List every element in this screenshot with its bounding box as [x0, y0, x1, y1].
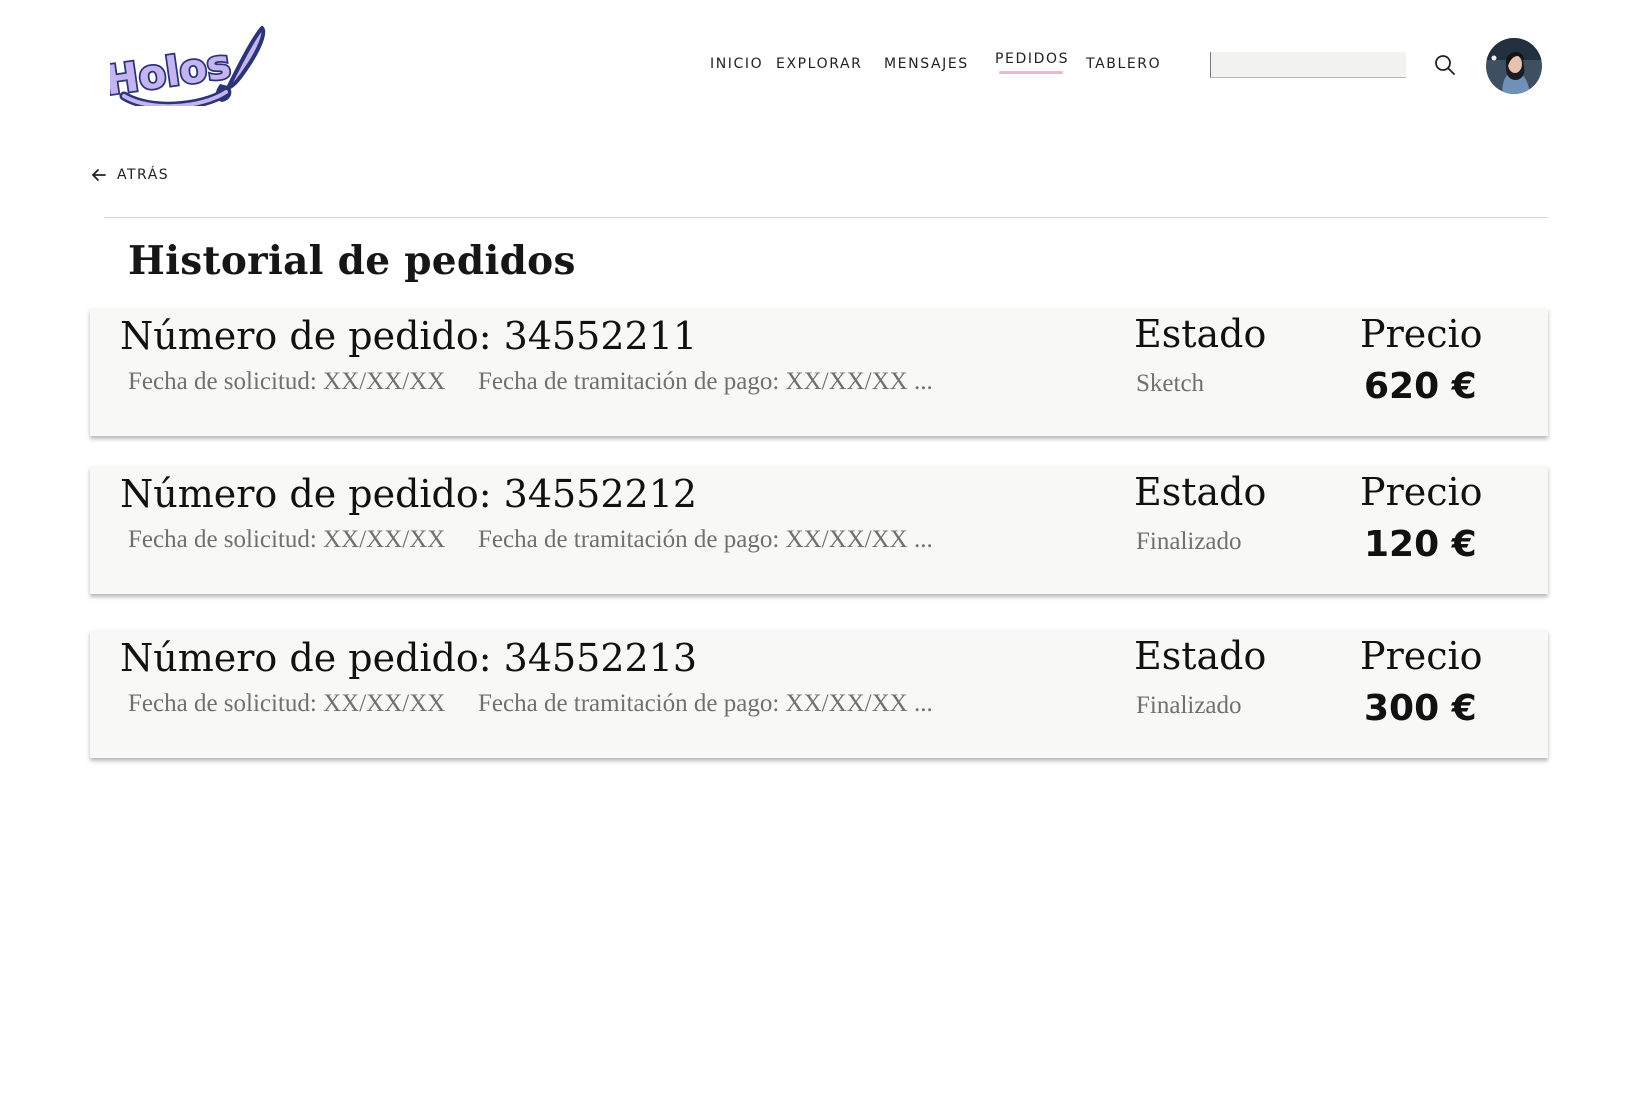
order-card[interactable]: Número de pedido: 34552211 Fecha de soli…: [90, 308, 1548, 436]
back-label: ATRÁS: [117, 167, 170, 183]
nav-item-pedidos[interactable]: PEDIDOS: [995, 51, 1069, 74]
order-card[interactable]: Número de pedido: 34552213 Fecha de soli…: [90, 630, 1548, 758]
status-header: Estado: [1134, 312, 1267, 356]
order-price: 620 €: [1364, 366, 1477, 407]
avatar[interactable]: [1486, 38, 1542, 94]
order-number: Número de pedido: 34552211: [120, 314, 698, 358]
user-avatar-icon: [1486, 38, 1542, 94]
order-status: Sketch: [1136, 370, 1205, 397]
order-payment-date: Fecha de tramitación de pago: XX/XX/XX .…: [478, 368, 933, 395]
status-header: Estado: [1134, 470, 1267, 514]
page-title: Historial de pedidos: [128, 238, 576, 284]
search-input[interactable]: [1210, 52, 1406, 78]
price-header: Precio: [1360, 634, 1483, 678]
arrow-left-icon: [92, 169, 106, 181]
divider: [104, 217, 1548, 218]
price-header: Precio: [1360, 312, 1483, 356]
order-request-date: Fecha de solicitud: XX/XX/XX: [128, 526, 446, 553]
order-price: 120 €: [1364, 524, 1477, 565]
order-price: 300 €: [1364, 688, 1477, 729]
order-status: Finalizado: [1136, 692, 1242, 719]
search-icon[interactable]: [1433, 53, 1457, 77]
order-number: Número de pedido: 34552212: [120, 472, 698, 516]
nav-item-mensajes[interactable]: MENSAJES: [884, 56, 969, 72]
order-number: Número de pedido: 34552213: [120, 636, 698, 680]
price-header: Precio: [1360, 470, 1483, 514]
nav-item-explorar[interactable]: EXPLORAR: [776, 56, 862, 72]
order-payment-date: Fecha de tramitación de pago: XX/XX/XX .…: [478, 690, 933, 717]
nav-item-tablero[interactable]: TABLERO: [1086, 56, 1161, 72]
order-status: Finalizado: [1136, 528, 1242, 555]
nav-item-inicio[interactable]: INICIO: [710, 56, 763, 72]
order-request-date: Fecha de solicitud: XX/XX/XX: [128, 690, 446, 717]
back-link[interactable]: ATRÁS: [90, 166, 169, 184]
status-header: Estado: [1134, 634, 1267, 678]
order-request-date: Fecha de solicitud: XX/XX/XX: [128, 368, 446, 395]
order-card[interactable]: Número de pedido: 34552212 Fecha de soli…: [90, 466, 1548, 594]
order-payment-date: Fecha de tramitación de pago: XX/XX/XX .…: [478, 526, 933, 553]
